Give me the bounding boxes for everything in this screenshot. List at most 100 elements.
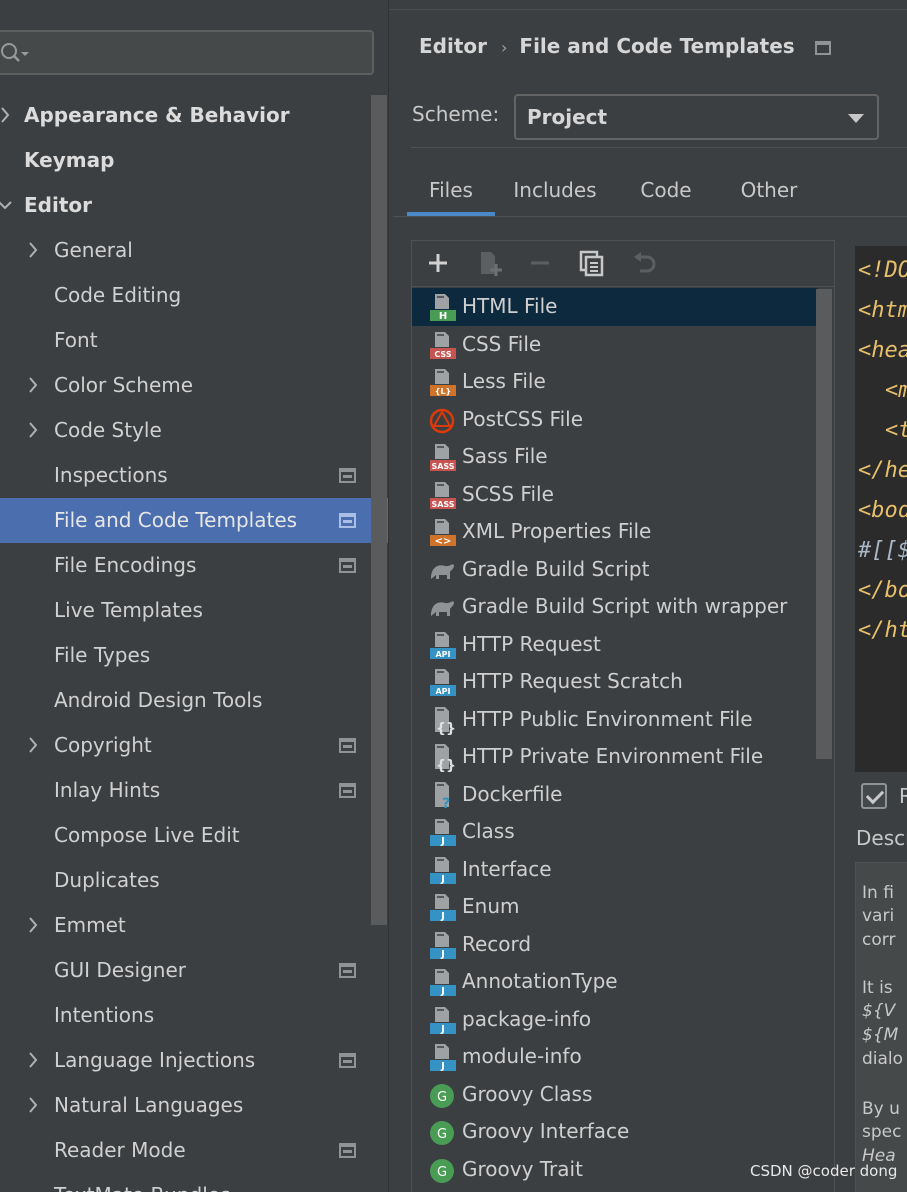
sidebar-item-language-injections[interactable]: Language Injections — [0, 1038, 388, 1083]
template-item-http-request[interactable]: API HTTP Request — [412, 626, 818, 664]
sidebar-item-duplicates[interactable]: Duplicates — [0, 858, 388, 903]
sidebar-item-textmate-bundles[interactable]: TextMate Bundles — [0, 1173, 388, 1192]
sidebar-item-label: Live Templates — [54, 598, 203, 622]
reset-icon[interactable] — [630, 249, 658, 277]
template-item-groovy-interface[interactable]: G Groovy Interface — [412, 1113, 818, 1151]
add-icon[interactable] — [424, 249, 452, 277]
sidebar-item-label: Language Injections — [54, 1048, 256, 1072]
sidebar-item-emmet[interactable]: Emmet — [0, 903, 388, 948]
description-line: ${V — [862, 1001, 896, 1021]
tree-scrollbar[interactable] — [371, 95, 387, 925]
sidebar-item-general[interactable]: General — [0, 228, 388, 273]
sidebar-item-label: Natural Languages — [54, 1093, 244, 1117]
template-item-label: HTTP Private Environment File — [462, 744, 764, 768]
template-item-http-private-environment-file[interactable]: {} HTTP Private Environment File — [412, 738, 818, 776]
template-item-class[interactable]: J Class — [412, 813, 818, 851]
breadcrumb-item-editor[interactable]: Editor — [419, 34, 487, 58]
api-file-icon: API — [430, 631, 456, 659]
sidebar-item-natural-languages[interactable]: Natural Languages — [0, 1083, 388, 1128]
svg-text:H: H — [439, 311, 447, 322]
tab-includes[interactable]: Includes — [505, 168, 605, 216]
template-item-http-public-environment-file[interactable]: {} HTTP Public Environment File — [412, 701, 818, 739]
sidebar-item-file-types[interactable]: File Types — [0, 633, 388, 678]
project-level-icon — [339, 513, 356, 528]
sidebar-item-compose-live-edit[interactable]: Compose Live Edit — [0, 813, 388, 858]
remove-icon[interactable] — [526, 249, 554, 277]
tab-other[interactable]: Other — [723, 168, 815, 216]
add-child-icon[interactable] — [476, 249, 504, 277]
tab-code[interactable]: Code — [619, 168, 713, 216]
postcss-file-icon — [429, 408, 455, 433]
sidebar-item-editor[interactable]: Editor — [0, 183, 388, 228]
sidebar-item-keymap[interactable]: Keymap — [0, 138, 388, 183]
template-list-scrollbar[interactable] — [816, 289, 832, 759]
chevron-right-icon[interactable] — [24, 363, 42, 408]
sidebar-item-copyright[interactable]: Copyright — [0, 723, 388, 768]
breadcrumb: Editor › File and Code Templates — [419, 34, 831, 64]
template-item-gradle-build-script-with-wrapper[interactable]: Gradle Build Script with wrapper — [412, 588, 818, 626]
template-item-label: Groovy Trait — [462, 1156, 583, 1181]
chevron-right-icon[interactable] — [24, 408, 42, 453]
template-item-scss-file[interactable]: SASS SCSS File — [412, 476, 818, 514]
svg-text:G: G — [437, 1127, 447, 1142]
breadcrumb-separator: › — [501, 38, 508, 57]
template-item-package-info[interactable]: Jpackage-info — [412, 1001, 818, 1039]
template-item-interface[interactable]: J Interface — [412, 851, 818, 889]
template-item-xml-properties-file[interactable]: <> XML Properties File — [412, 513, 818, 551]
reformat-checkbox[interactable] — [861, 783, 887, 809]
divider — [411, 147, 907, 148]
sidebar-item-code-editing[interactable]: Code Editing — [0, 273, 388, 318]
template-item-enum[interactable]: J Enum — [412, 888, 818, 926]
sidebar-item-color-scheme[interactable]: Color Scheme — [0, 363, 388, 408]
sidebar-item-file-encodings[interactable]: File Encodings — [0, 543, 388, 588]
sidebar-item-reader-mode[interactable]: Reader Mode — [0, 1128, 388, 1173]
template-item-css-file[interactable]: CSS CSS File — [412, 326, 818, 364]
sidebar-item-label: Intentions — [54, 1003, 155, 1027]
sidebar-item-appearance-behavior[interactable]: Appearance & Behavior — [0, 93, 388, 138]
sidebar-item-label: File Types — [54, 643, 151, 667]
sidebar-item-inlay-hints[interactable]: Inlay Hints — [0, 768, 388, 813]
template-item-http-request-scratch[interactable]: API HTTP Request Scratch — [412, 663, 818, 701]
copy-icon[interactable] — [578, 249, 606, 277]
template-item-less-file[interactable]: {L} Less File — [412, 363, 818, 401]
sass-file-icon: SASS — [430, 444, 456, 471]
sidebar-item-gui-designer[interactable]: GUI Designer — [0, 948, 388, 993]
sidebar-item-file-and-code-templates[interactable]: File and Code Templates — [0, 498, 388, 543]
sidebar-item-live-templates[interactable]: Live Templates — [0, 588, 388, 633]
chevron-right-icon[interactable] — [24, 228, 42, 273]
template-item-postcss-file[interactable]: PostCSS File — [412, 401, 818, 439]
description-line: spec — [862, 1122, 902, 1142]
sidebar-item-inspections[interactable]: Inspections — [0, 453, 388, 498]
settings-search-input[interactable] — [0, 30, 374, 75]
chevron-right-icon[interactable] — [24, 1038, 42, 1083]
template-item-html-file[interactable]: H HTML File — [412, 288, 818, 326]
chevron-right-icon[interactable] — [0, 93, 14, 138]
template-item-groovy-class[interactable]: G Groovy Class — [412, 1076, 818, 1114]
project-level-icon — [339, 738, 356, 753]
sidebar-item-font[interactable]: Font — [0, 318, 388, 363]
chevron-right-icon[interactable] — [24, 1083, 42, 1128]
sidebar-item-android-design-tools[interactable]: Android Design Tools — [0, 678, 388, 723]
sidebar-item-label: Duplicates — [54, 868, 160, 892]
template-editor[interactable]: <!DO <htm <hea <m <t </he <bod #[[$ </bo </ht — [855, 246, 907, 772]
sidebar-item-code-style[interactable]: Code Style — [0, 408, 388, 453]
template-item-dockerfile[interactable]: ? Dockerfile — [412, 776, 818, 814]
template-item-label: package-info — [462, 1006, 592, 1031]
template-item-module-info[interactable]: Jmodule-info — [412, 1038, 818, 1076]
template-item-annotationtype[interactable]: J AnnotationType — [412, 963, 818, 1001]
template-item-record[interactable]: J Record — [412, 926, 818, 964]
settings-tree: Appearance & Behavior Keymap Editor General… — [0, 93, 388, 1192]
scheme-dropdown[interactable]: Project — [514, 94, 879, 140]
template-item-gradle-build-script[interactable]: Gradle Build Script — [412, 551, 818, 589]
page-title: File and Code Templates — [519, 34, 795, 58]
java-file-icon: J — [430, 1006, 456, 1035]
project-level-icon — [339, 1143, 356, 1158]
sidebar-item-intentions[interactable]: Intentions — [0, 993, 388, 1038]
svg-text:J: J — [440, 986, 445, 997]
template-item-sass-file[interactable]: SASS Sass File — [412, 438, 818, 476]
tab-files[interactable]: Files — [407, 168, 495, 216]
chevron-right-icon[interactable] — [24, 723, 42, 768]
chevron-down-icon[interactable] — [0, 183, 14, 228]
chevron-right-icon[interactable] — [24, 903, 42, 948]
template-item-label: Gradle Build Script — [462, 556, 650, 581]
